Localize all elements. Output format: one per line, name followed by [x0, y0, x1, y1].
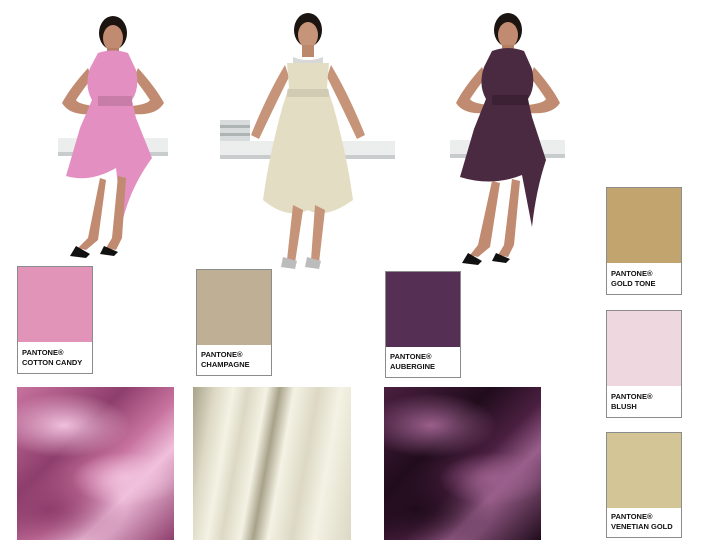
chip-label: PANTONE® AUBERGINE: [390, 352, 435, 371]
model-figure-champagne: [220, 13, 395, 269]
chip-color-name: BLUSH: [611, 401, 637, 411]
fabric-sample-pink-satin: [17, 387, 174, 540]
swatch-blush: [607, 311, 681, 386]
model-figure-aubergine: [450, 13, 565, 265]
chip-color-name: AUBERGINE: [390, 361, 436, 371]
pantone-chip-cotton-candy: PANTONE® COTTON CANDY: [17, 266, 93, 374]
chip-color-name: COTTON CANDY: [22, 357, 83, 367]
pantone-chip-blush: PANTONE® BLUSH: [606, 310, 682, 418]
fabric-sample-champagne-silk: [193, 387, 351, 540]
model-figure-cotton-candy: [58, 16, 168, 258]
pantone-chip-venetian-gold: PANTONE® VENETIAN GOLD: [606, 432, 682, 538]
chip-color-name: GOLD TONE: [611, 278, 656, 288]
pantone-chip-gold-tone: PANTONE® GOLD TONE: [606, 187, 682, 295]
swatch-venetian-gold: [607, 433, 681, 508]
chip-label: PANTONE® GOLD TONE: [611, 269, 655, 288]
chip-label: PANTONE® VENETIAN GOLD: [611, 512, 673, 531]
pantone-chip-champagne: PANTONE® CHAMPAGNE: [196, 269, 272, 376]
chip-brand: PANTONE®: [390, 352, 432, 361]
chip-brand: PANTONE®: [611, 392, 653, 401]
chip-label: PANTONE® CHAMPAGNE: [201, 350, 250, 369]
pantone-chip-aubergine: PANTONE® AUBERGINE: [385, 271, 461, 378]
chip-brand: PANTONE®: [611, 269, 653, 278]
chip-color-name: CHAMPAGNE: [201, 359, 250, 369]
chip-brand: PANTONE®: [611, 512, 653, 521]
swatch-gold-tone: [607, 188, 681, 263]
chip-brand: PANTONE®: [22, 348, 64, 357]
swatch-champagne: [197, 270, 271, 345]
chip-color-name: VENETIAN GOLD: [611, 521, 673, 531]
chip-label: PANTONE® BLUSH: [611, 392, 653, 411]
chip-label: PANTONE® COTTON CANDY: [22, 348, 82, 367]
swatch-aubergine: [386, 272, 460, 347]
chip-brand: PANTONE®: [201, 350, 243, 359]
swatch-cotton-candy: [18, 267, 92, 342]
fabric-sample-aubergine-satin: [384, 387, 541, 540]
